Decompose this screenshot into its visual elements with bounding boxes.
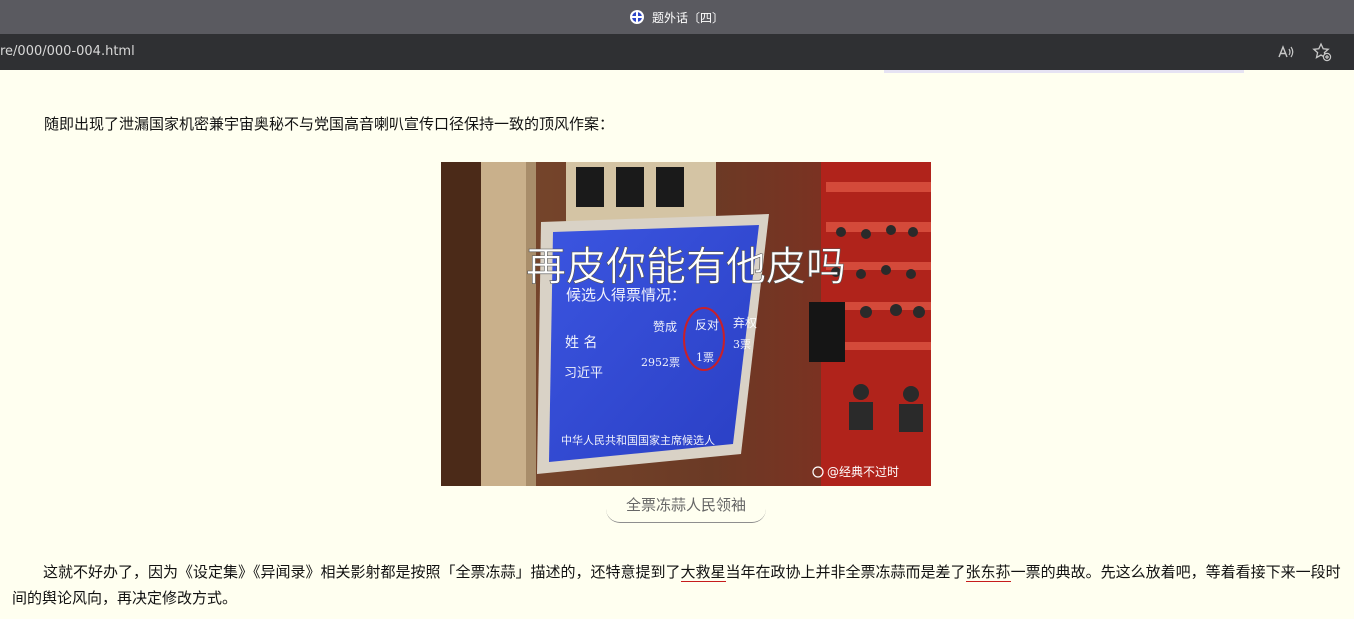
paragraph-1: 随即出现了泄漏国家机密兼宇宙奥秘不与党国高音喇叭宣传口径保持一致的顶风作案：: [44, 115, 615, 133]
read-aloud-icon[interactable]: [1276, 42, 1296, 62]
watermark-text: @经典不过时: [827, 465, 899, 479]
article-body: 随即出现了泄漏国家机密兼宇宙奥秘不与党国高音喇叭宣传口径保持一致的顶风作案： 候…: [0, 71, 1354, 619]
url-field[interactable]: re/000/000-004.html: [0, 44, 135, 59]
board-no-count: 1票: [696, 351, 714, 364]
board-abstain-count: 3票: [733, 338, 751, 351]
board-footer: 中华人民共和国国家主席候选人: [561, 433, 715, 447]
image-caption: 全票冻蒜人民领袖: [606, 490, 766, 523]
link-da-jiu-xing[interactable]: 大救星: [680, 563, 726, 582]
article-photo: 候选人得票情况： 赞成 反对 弃权 姓 名 习近平 2952票 1票 3票 中华…: [441, 162, 931, 486]
paragraph-2: 这就不好办了，因为《设定集》《异闻录》相关影射都是按照「全票冻蒜」描述的，还特意…: [12, 559, 1350, 611]
board-candidate-name: 习近平: [564, 366, 603, 381]
add-favorite-icon[interactable]: [1312, 42, 1332, 62]
address-bar: re/000/000-004.html: [0, 34, 1354, 70]
board-col-no: 反对: [695, 318, 719, 332]
window-title: 题外话〔四〕: [651, 10, 724, 25]
paragraph-2-seg2: 当年在政协上并非全票冻蒜而是差了: [725, 563, 966, 581]
paragraph-2-seg1: 这就不好办了，因为《设定集》《异闻录》相关影射都是按照「全票冻蒜」描述的，还特意…: [43, 563, 681, 581]
board-col-yes: 赞成: [653, 320, 677, 334]
board-col-abstain: 弃权: [733, 315, 757, 330]
window-titlebar: 题外话〔四〕: [0, 0, 1354, 34]
site-favicon-icon: [629, 10, 644, 24]
meme-overlay-text: 再皮你能有他皮吗: [526, 244, 846, 290]
board-col-name: 姓 名: [565, 335, 597, 351]
board-yes-count: 2952票: [641, 356, 680, 369]
link-zhang-dong-sun[interactable]: 张东荪: [965, 563, 1011, 582]
